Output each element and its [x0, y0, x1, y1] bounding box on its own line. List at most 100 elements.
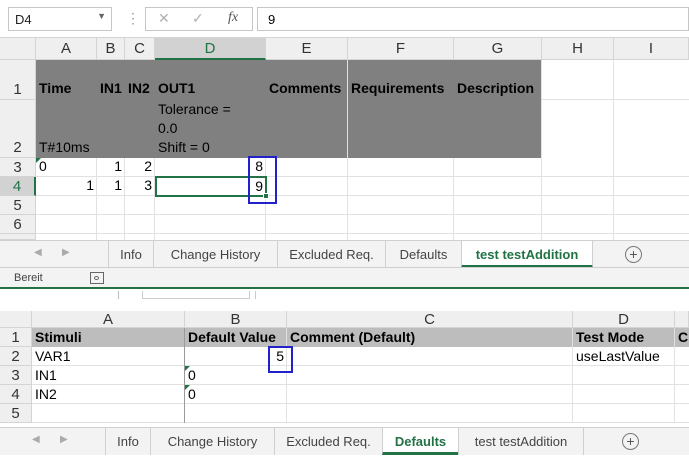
grid-line — [572, 328, 573, 423]
cell-d2-line1[interactable]: Tolerance = — [155, 101, 266, 120]
scroll-tabs-right-icon[interactable]: ▶ — [60, 434, 68, 445]
cell-a4[interactable]: IN2 — [32, 386, 185, 404]
grid-line — [542, 99, 689, 100]
vertical-dots-icon: ⋮ — [126, 10, 140, 26]
divider — [142, 291, 250, 299]
tab-info[interactable]: Info — [108, 241, 153, 268]
cell-b1[interactable]: Default Value — [185, 329, 287, 347]
row-header-4[interactable]: 4 — [0, 385, 32, 404]
select-all-corner[interactable] — [0, 38, 36, 60]
chevron-down-icon[interactable]: ▼ — [97, 11, 106, 21]
grid-line — [613, 60, 614, 240]
cell-a2[interactable]: T#10ms — [36, 139, 97, 158]
tab-excluded-req[interactable]: Excluded Req. — [277, 241, 385, 268]
row-header-5[interactable]: 5 — [0, 404, 32, 423]
column-header-h[interactable]: H — [542, 38, 614, 60]
divider — [255, 291, 689, 299]
sheet-tab-bar: ◀ ▶ Info Change History Excluded Req. De… — [0, 427, 689, 455]
add-sheet-icon[interactable]: + — [625, 246, 642, 263]
cell-b4[interactable]: 1 — [97, 177, 125, 196]
error-indicator-icon — [185, 385, 190, 390]
column-header-f[interactable]: F — [348, 38, 454, 60]
column-header-a[interactable]: A — [36, 38, 97, 60]
column-header-b[interactable]: B — [185, 311, 287, 328]
row-header-2[interactable]: 2 — [0, 100, 36, 158]
highlight-box — [248, 156, 277, 204]
cell-a1[interactable]: Time — [36, 80, 97, 100]
row-header-4[interactable]: 4 — [0, 177, 36, 196]
tab-test-testaddition[interactable]: test testAddition — [458, 428, 584, 455]
column-header-c[interactable]: C — [125, 38, 155, 60]
tab-change-history[interactable]: Change History — [150, 428, 274, 455]
tab-defaults[interactable]: Defaults — [382, 428, 458, 455]
scroll-tabs-left-icon[interactable]: ◀ — [34, 247, 42, 258]
row-header-3[interactable]: 3 — [0, 158, 36, 177]
cell-b3[interactable]: 1 — [97, 158, 125, 177]
cancel-icon[interactable]: ✕ — [158, 10, 170, 27]
tab-excluded-req[interactable]: Excluded Req. — [274, 428, 382, 455]
cell-e1[interactable]: Comments — [266, 80, 348, 100]
row-header-2[interactable]: 2 — [0, 347, 32, 366]
column-header-e[interactable] — [675, 311, 689, 328]
column-header-d[interactable]: D — [155, 38, 266, 60]
cell-b3[interactable]: 0 — [185, 367, 287, 385]
cell-c3[interactable]: 2 — [125, 158, 155, 177]
row-header-6[interactable]: 6 — [0, 215, 36, 234]
name-box-value: D4 — [15, 12, 32, 27]
cell-a2[interactable]: VAR1 — [32, 348, 185, 366]
select-all-corner[interactable] — [0, 311, 32, 328]
grid-line — [541, 60, 542, 240]
cell-a3[interactable]: 0 — [36, 158, 97, 177]
scroll-tabs-right-icon[interactable]: ▶ — [62, 247, 70, 258]
formula-buttons: ✕ ✓ fx — [145, 7, 253, 31]
column-header-b[interactable]: B — [97, 38, 125, 60]
background-strip — [0, 291, 689, 311]
column-header-a[interactable]: A — [32, 311, 185, 328]
tab-change-history[interactable]: Change History — [153, 241, 277, 268]
column-header-c[interactable]: C — [287, 311, 573, 328]
grid-line — [347, 60, 348, 240]
formula-input[interactable]: 9 — [257, 7, 689, 31]
cell-c1[interactable]: Comment (Default) — [287, 329, 573, 347]
grid-line — [674, 328, 675, 423]
sheet-tab-bar: ◀ ▶ Info Change History Excluded Req. De… — [0, 240, 689, 268]
column-header-d[interactable]: D — [573, 311, 675, 328]
tab-info[interactable]: Info — [105, 428, 150, 455]
top-excel-window: D4 ▼ ⋮ ✕ ✓ fx 9 A B C D E F G H I 1 2 3 … — [0, 0, 689, 289]
cell-d1[interactable]: Test Mode — [573, 329, 675, 347]
status-bar: Bereit — [0, 267, 689, 287]
cell-a1[interactable]: Stimuli — [32, 329, 185, 347]
add-sheet-icon[interactable]: + — [622, 433, 639, 450]
tab-defaults[interactable]: Defaults — [385, 241, 461, 268]
scroll-tabs-left-icon[interactable]: ◀ — [32, 434, 40, 445]
cell-a4[interactable]: 1 — [36, 177, 97, 196]
column-header-i[interactable]: I — [614, 38, 689, 60]
error-indicator-icon — [185, 366, 190, 371]
cell-d1[interactable]: OUT1 — [155, 80, 266, 100]
cell-b4[interactable]: 0 — [185, 386, 287, 404]
macro-record-icon[interactable] — [90, 272, 104, 284]
row-header-1[interactable]: 1 — [0, 60, 36, 100]
name-box[interactable]: D4 ▼ — [8, 7, 112, 31]
cell-c4[interactable]: 3 — [125, 177, 155, 196]
row-header-5[interactable]: 5 — [0, 196, 36, 215]
cell-a3[interactable]: IN1 — [32, 367, 185, 385]
cell-d2[interactable]: useLastValue — [573, 348, 675, 366]
enter-icon[interactable]: ✓ — [192, 10, 204, 27]
formula-bar: D4 ▼ ⋮ ✕ ✓ fx 9 — [0, 0, 689, 38]
column-header-e[interactable]: E — [266, 38, 348, 60]
status-text: Bereit — [14, 272, 43, 284]
cell-g1[interactable]: Description — [454, 80, 542, 100]
row-header-1[interactable]: 1 — [0, 328, 32, 347]
cell-f1[interactable]: Requirements — [348, 80, 454, 100]
cell-b1[interactable]: IN1 — [97, 80, 125, 100]
row-header-3[interactable]: 3 — [0, 366, 32, 385]
cell-e1[interactable]: C — [675, 329, 689, 347]
insert-function-icon[interactable]: fx — [228, 10, 238, 26]
divider — [118, 291, 119, 299]
cell-d2-line2[interactable]: 0.0 — [155, 120, 266, 139]
cell-c1[interactable]: IN2 — [125, 80, 155, 100]
grid-line — [453, 158, 454, 240]
column-header-g[interactable]: G — [454, 38, 542, 60]
tab-test-testaddition[interactable]: test testAddition — [461, 241, 593, 268]
